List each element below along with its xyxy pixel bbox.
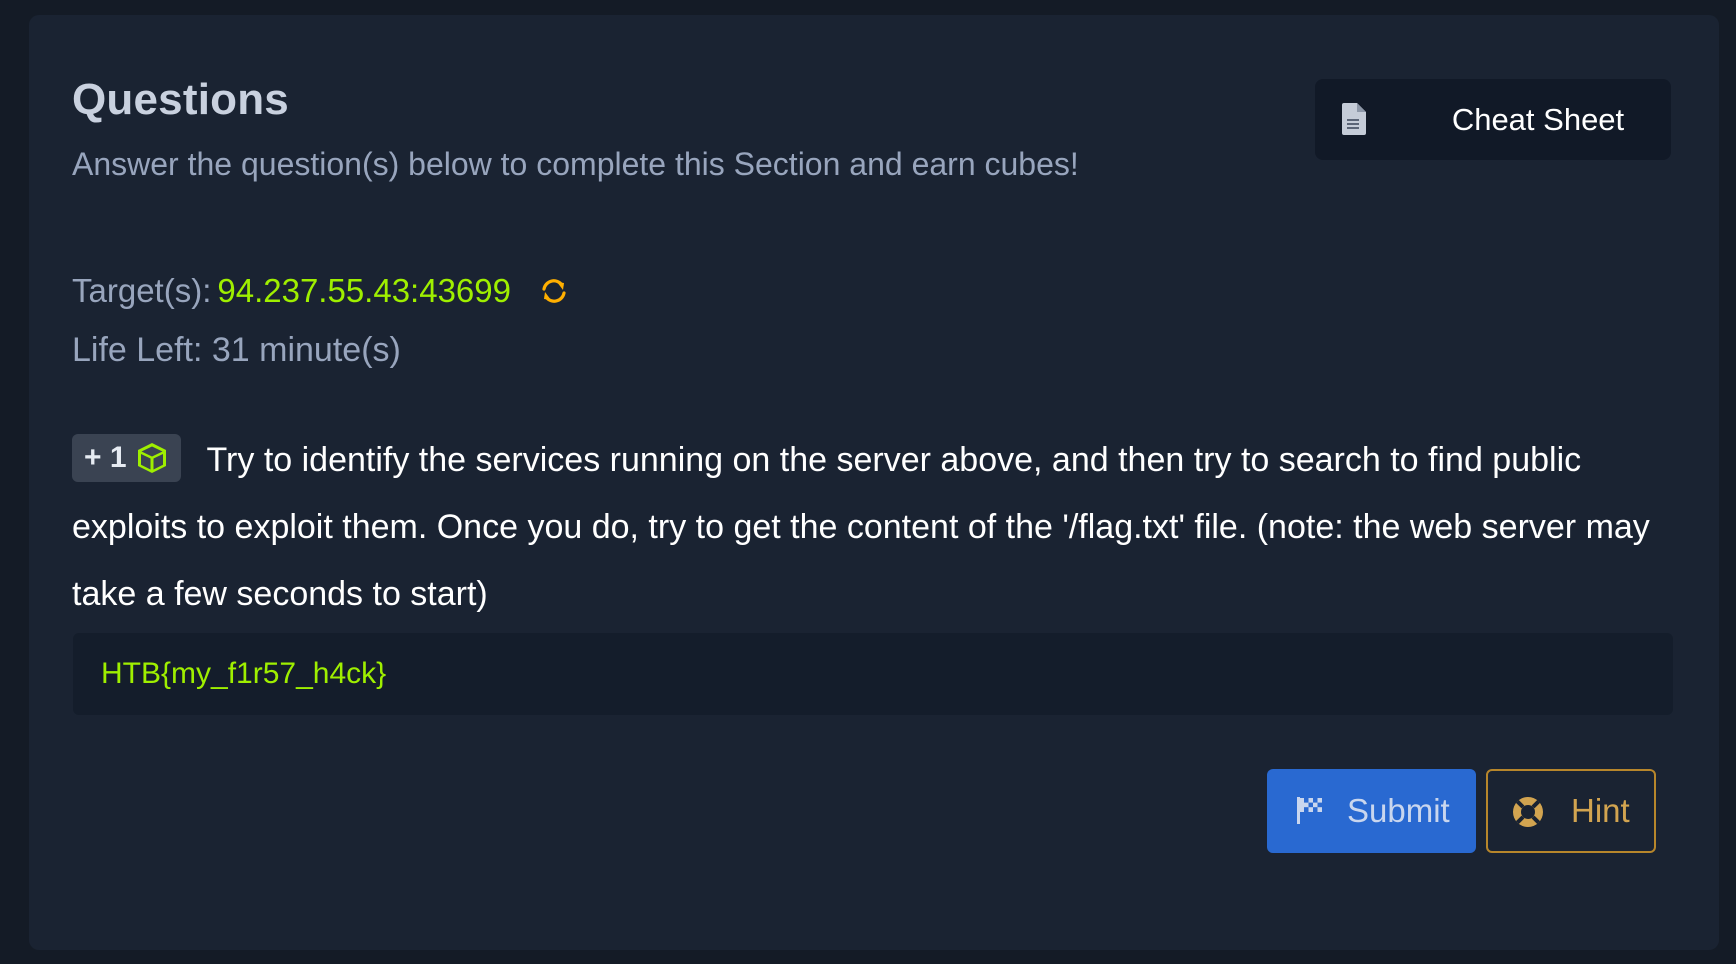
cheat-sheet-button[interactable]: Cheat Sheet	[1315, 79, 1671, 160]
hint-button[interactable]: Hint	[1486, 769, 1656, 853]
life-left-label: Life Left:	[72, 331, 203, 369]
target-row: Target(s): 94.237.55.43:43699	[72, 269, 569, 313]
questions-panel: Questions Answer the question(s) below t…	[29, 15, 1719, 950]
submit-button[interactable]: Submit	[1267, 769, 1476, 853]
section-title: Questions	[72, 75, 289, 124]
question-block: + 1 Try to identify the services running…	[72, 427, 1682, 628]
submit-label: Submit	[1347, 792, 1450, 829]
life-left-row: Life Left: 31 minute(s)	[72, 331, 401, 370]
cube-icon	[137, 443, 166, 473]
cube-reward-badge: + 1	[72, 434, 181, 482]
refresh-icon[interactable]	[539, 276, 569, 306]
section-subtitle: Answer the question(s) below to complete…	[72, 146, 1079, 182]
flag-icon	[1297, 797, 1322, 824]
cube-reward-value: + 1	[84, 441, 127, 474]
answer-input[interactable]	[73, 633, 1673, 715]
cheat-sheet-label: Cheat Sheet	[1451, 101, 1625, 137]
target-address[interactable]: 94.237.55.43:43699	[217, 272, 511, 310]
life-left-value: 31 minute(s)	[211, 331, 401, 369]
question-text: Try to identify the services running on …	[72, 441, 1650, 613]
target-label: Target(s):	[72, 272, 212, 309]
lifebuoy-icon	[1513, 797, 1543, 827]
hint-label: Hint	[1571, 792, 1630, 829]
